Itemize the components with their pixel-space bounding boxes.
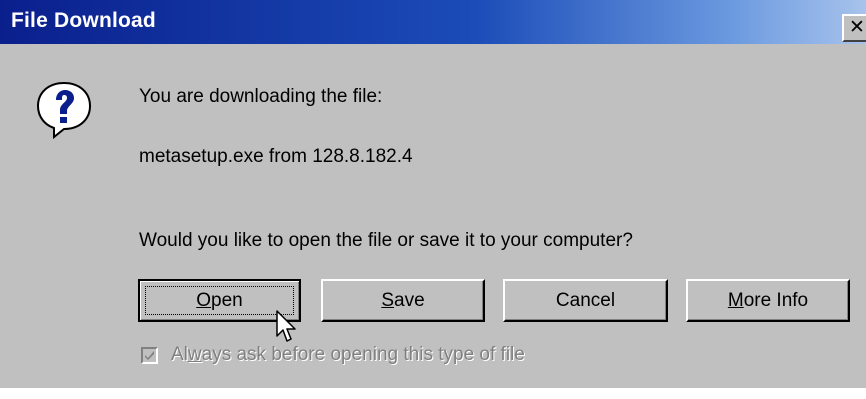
save-button-label: Save bbox=[381, 289, 425, 311]
close-button[interactable]: ✕ bbox=[842, 14, 866, 42]
more-info-button[interactable]: More Info bbox=[686, 279, 850, 322]
mouse-pointer-icon bbox=[276, 310, 296, 342]
dialog-title: File Download bbox=[11, 9, 156, 32]
question-icon bbox=[36, 81, 92, 139]
cancel-button-label: Cancel bbox=[555, 289, 616, 311]
close-icon: ✕ bbox=[849, 16, 865, 38]
title-bar[interactable]: File Download ✕ bbox=[0, 0, 866, 44]
file-download-dialog: File Download ✕ You are downloading the … bbox=[0, 0, 866, 388]
save-button[interactable]: Save bbox=[321, 279, 485, 322]
cancel-button[interactable]: Cancel bbox=[503, 279, 668, 322]
focus-rectangle bbox=[145, 286, 294, 315]
always-ask-label: Always ask before opening this type of f… bbox=[171, 344, 525, 365]
prompt-text: Would you like to open the file or save … bbox=[139, 230, 633, 251]
more-info-button-label: More Info bbox=[727, 289, 809, 311]
message-line-1: You are downloading the file: bbox=[139, 86, 383, 107]
message-file-info: metasetup.exe from 128.8.182.4 bbox=[139, 146, 413, 167]
always-ask-checkbox[interactable] bbox=[141, 347, 158, 364]
checkmark-icon bbox=[145, 351, 154, 360]
